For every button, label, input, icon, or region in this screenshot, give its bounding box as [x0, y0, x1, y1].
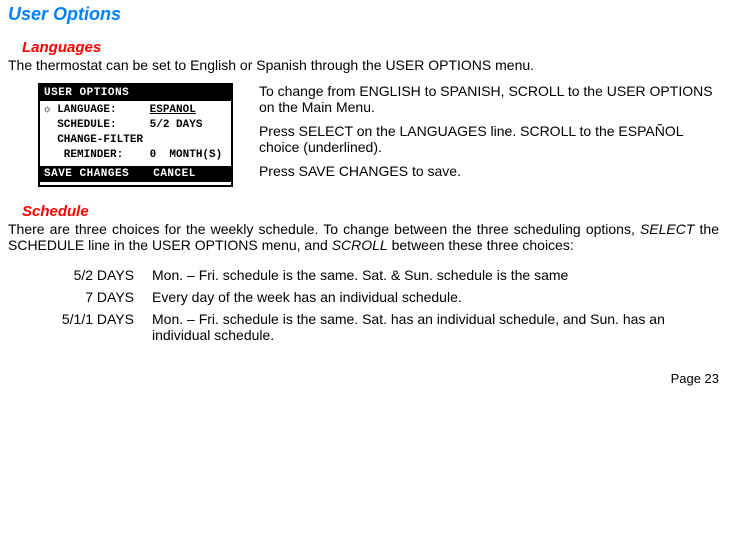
languages-instructions: To change from ENGLISH to SPANISH, SCROL…	[259, 83, 719, 187]
lcd-body: ☼ LANGUAGE: ESPANOL SCHEDULE: 5/2 DAYS C…	[40, 101, 231, 166]
schedule-intro-a: There are three choices for the weekly s…	[8, 221, 640, 237]
schedule-desc: Mon. – Fri. schedule is the same. Sat. &…	[152, 267, 719, 283]
schedule-intro-d: SCROLL	[332, 237, 388, 253]
schedule-heading: Schedule	[22, 203, 719, 220]
lcd-line4: REMINDER: 0 MONTH(S)	[44, 149, 222, 161]
schedule-intro-b: SELECT	[640, 221, 694, 237]
lcd-screenshot: USER OPTIONS ☼ LANGUAGE: ESPANOL SCHEDUL…	[38, 83, 233, 187]
lcd-line3: CHANGE-FILTER	[44, 134, 143, 146]
schedule-desc: Every day of the week has an individual …	[152, 289, 719, 305]
languages-intro: The thermostat can be set to English or …	[8, 57, 719, 73]
page-number: Page 23	[8, 371, 719, 386]
schedule-definitions: 5/2 DAYS Mon. – Fri. schedule is the sam…	[44, 267, 719, 343]
lcd-cancel: CANCEL	[153, 168, 196, 180]
page-title: User Options	[8, 4, 719, 25]
schedule-row: 5/2 DAYS Mon. – Fri. schedule is the sam…	[44, 267, 719, 283]
lcd-line2: SCHEDULE: 5/2 DAYS	[44, 119, 202, 131]
lcd-save-changes: SAVE CHANGES	[44, 168, 129, 180]
schedule-term: 5/2 DAYS	[44, 267, 134, 283]
lcd-footer: SAVE CHANGES CANCEL	[40, 166, 231, 182]
schedule-row: 5/1/1 DAYS Mon. – Fri. schedule is the s…	[44, 311, 719, 343]
schedule-term: 7 DAYS	[44, 289, 134, 305]
lcd-line1a: ☼ LANGUAGE:	[44, 104, 150, 116]
schedule-desc: Mon. – Fri. schedule is the same. Sat. h…	[152, 311, 719, 343]
schedule-intro-e: between these three choices:	[388, 237, 574, 253]
instruction-1: To change from ENGLISH to SPANISH, SCROL…	[259, 83, 719, 115]
lcd-line1b: ESPANOL	[150, 104, 196, 116]
languages-heading: Languages	[22, 39, 719, 56]
instruction-3: Press SAVE CHANGES to save.	[259, 163, 719, 179]
schedule-row: 7 DAYS Every day of the week has an indi…	[44, 289, 719, 305]
schedule-term: 5/1/1 DAYS	[44, 311, 134, 343]
lcd-header: USER OPTIONS	[40, 85, 231, 101]
schedule-intro: There are three choices for the weekly s…	[8, 221, 719, 253]
instruction-2: Press SELECT on the LANGUAGES line. SCRO…	[259, 123, 719, 155]
